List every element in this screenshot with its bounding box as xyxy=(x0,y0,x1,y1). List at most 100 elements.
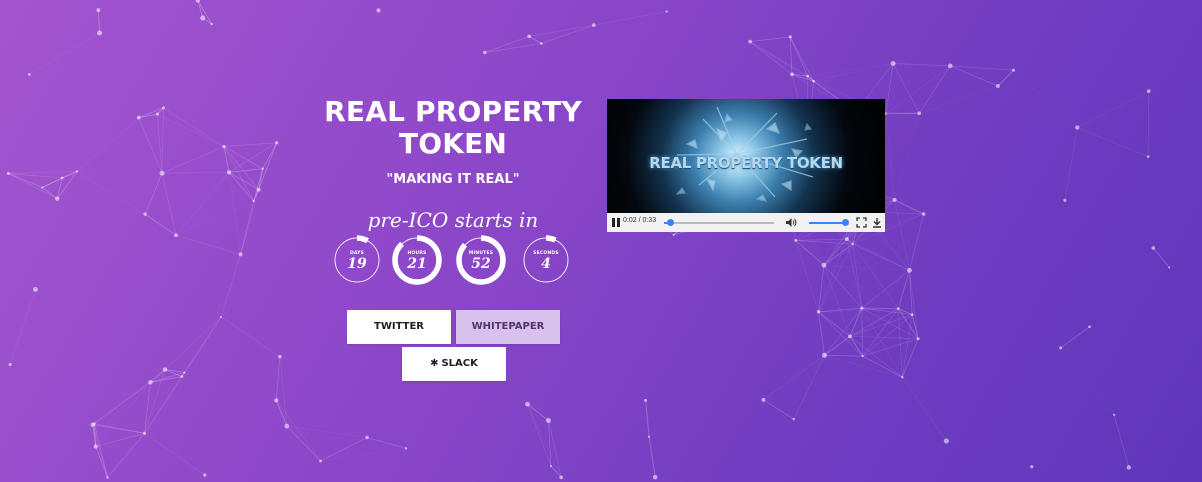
network-node xyxy=(365,435,369,440)
network-node xyxy=(1088,325,1091,329)
network-node xyxy=(8,362,12,367)
network-node xyxy=(816,310,821,314)
network-link xyxy=(9,289,36,365)
volume-slider[interactable] xyxy=(809,219,849,226)
network-node xyxy=(252,199,255,203)
pause-icon[interactable] xyxy=(612,218,620,227)
network-link xyxy=(849,335,903,378)
network-link xyxy=(220,254,241,318)
network-link xyxy=(886,114,895,200)
network-node xyxy=(1146,89,1151,94)
volume-icon[interactable] xyxy=(785,217,797,228)
countdown-seconds: SECONDS 4 xyxy=(521,235,571,285)
network-link xyxy=(593,11,667,26)
network-node xyxy=(916,337,920,341)
network-link xyxy=(162,171,230,174)
network-link xyxy=(946,441,1031,467)
network-link xyxy=(240,200,255,255)
network-link xyxy=(1065,157,1148,201)
network-link xyxy=(529,24,594,37)
network-node xyxy=(847,334,852,339)
network-link xyxy=(279,356,288,427)
network-link xyxy=(527,403,562,478)
network-node xyxy=(483,50,487,55)
network-link xyxy=(849,336,863,357)
network-link xyxy=(795,240,819,312)
network-link xyxy=(100,33,139,118)
network-node xyxy=(238,252,243,257)
seek-bar[interactable] xyxy=(664,219,774,226)
page-title-line-2: TOKEN xyxy=(398,127,508,160)
network-link xyxy=(1077,127,1149,157)
network-node xyxy=(821,262,827,268)
slack-button[interactable]: ✱ SLACK xyxy=(402,347,506,381)
network-node xyxy=(75,170,79,173)
network-node xyxy=(161,106,166,110)
network-link xyxy=(541,24,594,44)
network-node xyxy=(1146,155,1150,158)
network-node xyxy=(910,313,914,317)
network-link xyxy=(484,35,530,53)
network-node xyxy=(861,354,864,358)
network-node xyxy=(901,375,904,379)
network-link xyxy=(918,65,951,114)
video-player[interactable]: REAL PROPERTY TOKEN 0:02 / 0:33 xyxy=(607,99,885,232)
network-link xyxy=(893,63,951,67)
network-node xyxy=(278,354,282,359)
network-node xyxy=(90,422,95,427)
fullscreen-icon[interactable] xyxy=(856,217,867,228)
whitepaper-button[interactable]: WHITEPAPER xyxy=(456,310,560,344)
network-link xyxy=(175,200,254,236)
network-link xyxy=(1153,247,1170,268)
network-link xyxy=(107,433,145,478)
network-link xyxy=(176,235,221,317)
network-node xyxy=(275,141,279,145)
network-node xyxy=(222,144,226,149)
network-link xyxy=(763,355,825,401)
network-node xyxy=(943,438,949,444)
network-link xyxy=(144,173,163,215)
network-link xyxy=(795,238,847,241)
tagline: "MAKING IT REAL" xyxy=(386,172,520,187)
network-link xyxy=(8,171,78,174)
network-node xyxy=(884,112,887,115)
seek-bar-handle[interactable] xyxy=(667,219,675,226)
network-link xyxy=(197,0,204,19)
network-node xyxy=(159,170,165,176)
network-node xyxy=(907,267,912,273)
network-node xyxy=(183,371,186,374)
countdown-hours: HOURS 21 xyxy=(392,235,442,285)
network-link xyxy=(823,264,863,309)
network-link xyxy=(894,199,910,271)
video-frame[interactable]: REAL PROPERTY TOKEN xyxy=(607,99,885,213)
download-icon[interactable] xyxy=(872,217,882,228)
network-link xyxy=(163,108,229,172)
countdown-timer: DAYS 19 HOURS 21 MINUTES 52 SECONDS 4 xyxy=(332,235,571,285)
network-node xyxy=(274,398,279,403)
network-link xyxy=(901,314,913,378)
network-node xyxy=(376,8,381,13)
network-node xyxy=(545,417,551,423)
network-node xyxy=(748,39,752,44)
network-link xyxy=(42,187,58,200)
network-link xyxy=(824,307,863,356)
network-link xyxy=(1089,327,1114,415)
network-node xyxy=(851,242,854,246)
network-link xyxy=(528,36,542,44)
network-node xyxy=(788,35,792,39)
network-node xyxy=(549,465,553,468)
network-node xyxy=(200,15,206,21)
network-link xyxy=(997,69,1014,87)
network-link xyxy=(861,307,899,310)
network-link xyxy=(57,199,145,214)
network-node xyxy=(155,112,160,116)
volume-slider-handle[interactable] xyxy=(841,219,849,226)
video-title-overlay: REAL PROPERTY TOKEN xyxy=(649,154,843,172)
network-node xyxy=(220,315,223,318)
network-node xyxy=(917,111,922,116)
countdown-minutes-value: 52 xyxy=(471,256,491,272)
twitter-button[interactable]: TWITTER xyxy=(347,310,451,344)
network-node xyxy=(203,473,207,477)
network-node xyxy=(1012,68,1016,72)
network-node xyxy=(665,10,668,13)
